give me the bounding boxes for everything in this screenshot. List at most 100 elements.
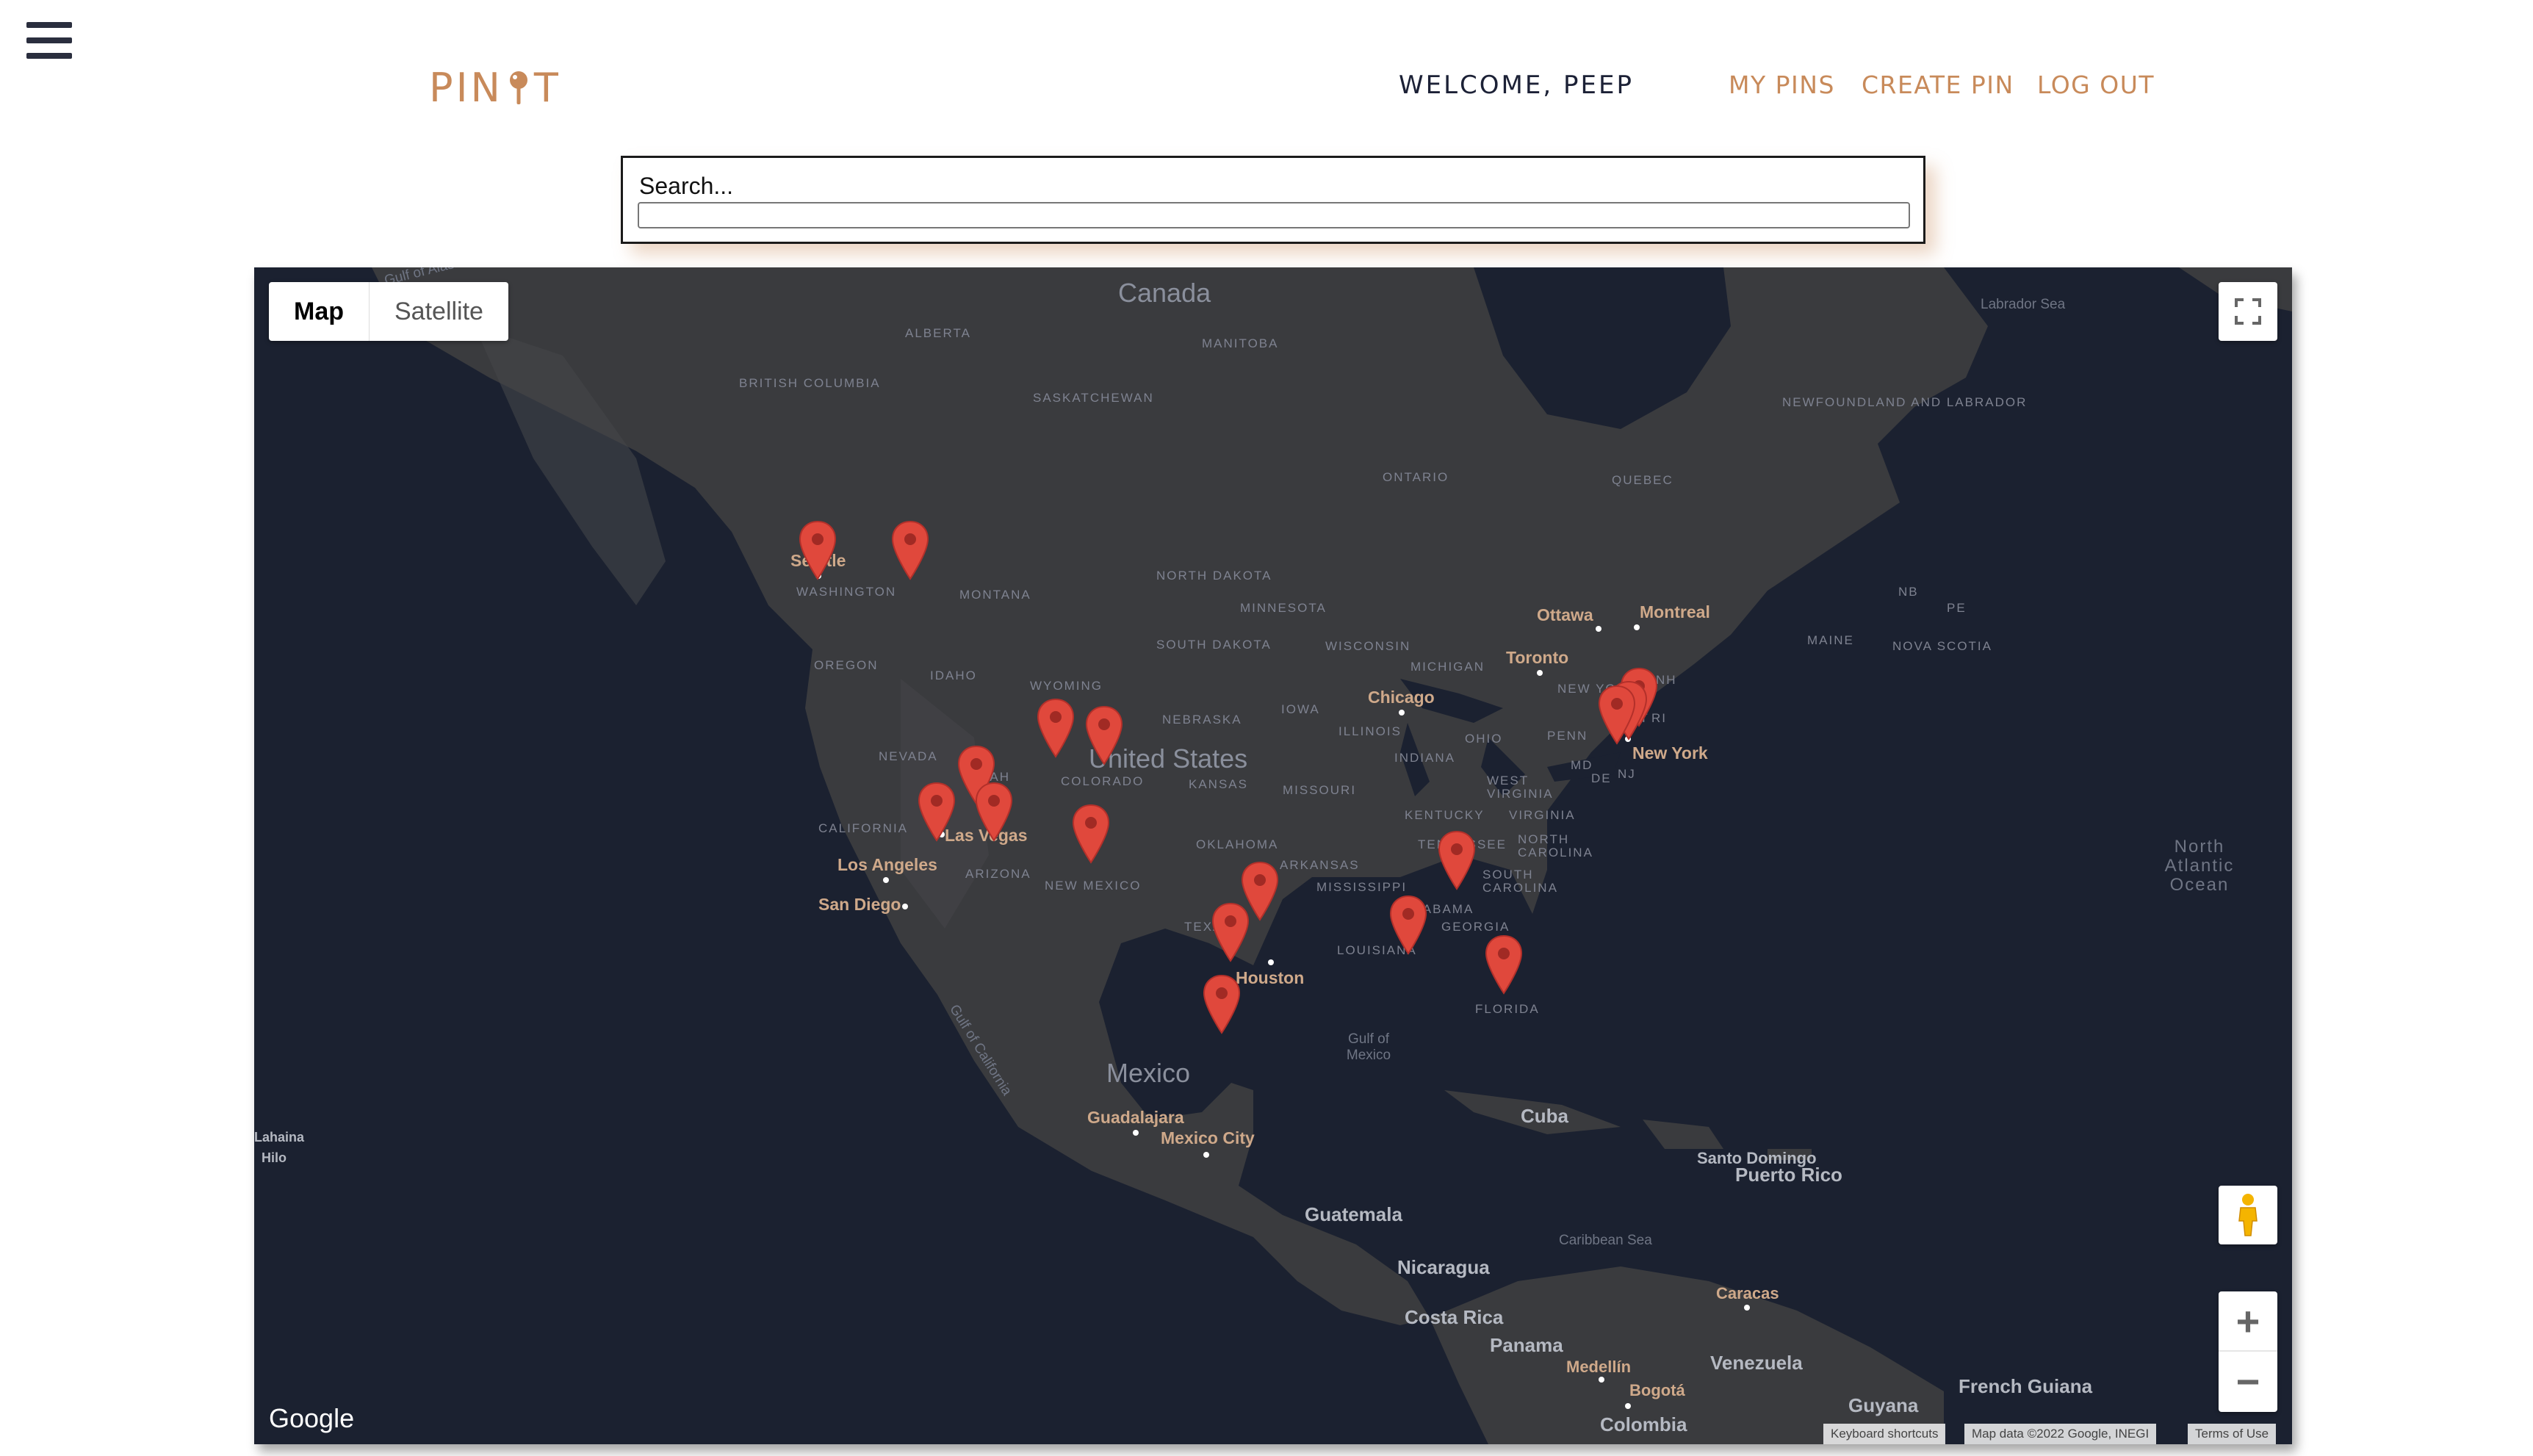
map-pin-marker[interactable] [890, 520, 930, 580]
map-type-satellite-button[interactable]: Satellite [369, 282, 508, 341]
label-city: Ottawa [1537, 605, 1593, 624]
map-pin-marker[interactable] [917, 782, 956, 842]
label-region: NEBRASKA [1162, 713, 1242, 727]
logo[interactable]: PIN T [429, 65, 561, 111]
label-region: ONTARIO [1383, 470, 1449, 484]
label-region: CALIFORNIA [818, 821, 909, 835]
label-country: French Guiana [1959, 1375, 2093, 1397]
label-region: WEST VIRGINIA [1487, 774, 1554, 801]
label-city: San Diego [818, 895, 901, 914]
search-input[interactable] [638, 202, 1910, 228]
label-region: IOWA [1281, 702, 1320, 716]
fullscreen-icon[interactable] [2219, 282, 2277, 341]
label-city: Guadalajara [1087, 1108, 1184, 1127]
label-region: PENN [1547, 729, 1588, 743]
label-region: WISCONSIN [1325, 639, 1411, 653]
label-region: IDAHO [930, 668, 977, 682]
nav-log-out[interactable]: LOG OUT [2037, 71, 2155, 99]
map-data-attribution: Map data ©2022 Google, INEGI [1964, 1424, 2157, 1444]
label-region: MAINE [1807, 633, 1854, 647]
map-pin-marker[interactable] [1388, 895, 1428, 955]
label-city: New York [1632, 743, 1708, 763]
label-region: NB [1898, 585, 1919, 599]
zoom-out-button[interactable]: − [2219, 1352, 2277, 1411]
map-pin-marker[interactable] [1211, 902, 1250, 962]
logo-pin-icon [509, 71, 527, 104]
label-country: Costa Rica [1405, 1306, 1504, 1328]
label-region: OKLAHOMA [1196, 837, 1279, 851]
search-label: Search... [639, 173, 734, 199]
keyboard-shortcuts-link[interactable]: Keyboard shortcuts [1823, 1424, 1946, 1444]
logo-text-right: T [533, 65, 561, 111]
map-pin-marker[interactable] [1084, 705, 1124, 765]
map-pin-marker[interactable] [974, 782, 1014, 842]
city-dot [1399, 710, 1405, 716]
map-pin-marker[interactable] [1597, 685, 1637, 745]
map-pin-marker[interactable] [1071, 804, 1111, 864]
city-dot [1133, 1130, 1139, 1136]
terms-of-use-link[interactable]: Terms of Use [2188, 1424, 2277, 1444]
label-region: WYOMING [1030, 679, 1103, 693]
label-country: Panama [1490, 1334, 1563, 1356]
label-city: Los Angeles [837, 855, 937, 874]
label-region: MICHIGAN [1410, 660, 1485, 674]
label-city: Houston [1236, 968, 1305, 987]
label-region: NORTH CAROLINA [1518, 832, 1593, 859]
nav-my-pins[interactable]: MY PINS [1729, 71, 1835, 99]
nav-create-pin[interactable]: CREATE PIN [1862, 71, 2014, 99]
label-region: ARKANSAS [1280, 858, 1360, 872]
label-region: BRITISH COLUMBIA [739, 376, 881, 390]
label-water: Gulf of Mexico [1346, 1031, 1391, 1063]
map-basemap [254, 267, 2292, 1444]
map[interactable]: Canada United States Mexico Cuba Guatema… [254, 267, 2292, 1444]
label-region: MISSISSIPPI [1316, 880, 1408, 894]
map-pin-marker[interactable] [798, 520, 837, 580]
label-country: Colombia [1600, 1413, 1687, 1435]
label-region: ALBERTA [905, 326, 971, 340]
label-country: Mexico [1106, 1058, 1191, 1088]
label-region: NJ [1618, 767, 1636, 781]
label-region: MANITOBA [1202, 336, 1279, 350]
zoom-in-button[interactable]: + [2219, 1292, 2277, 1352]
label-city: Toronto [1506, 648, 1569, 667]
map-pin-marker[interactable] [1036, 698, 1075, 758]
label-region: OREGON [814, 658, 879, 672]
zoom-control: + − [2219, 1291, 2277, 1412]
city-dot [1596, 626, 1601, 632]
hamburger-menu-icon[interactable] [26, 22, 72, 60]
label-region: NEVADA [879, 749, 938, 763]
label-city: Bogotá [1629, 1381, 1685, 1399]
label-country: Guyana [1848, 1394, 1919, 1416]
label-region: ILLINOIS [1338, 724, 1402, 738]
label-country: Venezuela [1710, 1352, 1803, 1374]
label-region: KANSAS [1189, 777, 1248, 791]
label-region: VIRGINIA [1509, 808, 1576, 822]
pegman-icon[interactable] [2219, 1186, 2277, 1244]
map-type-control: Map Satellite [269, 282, 508, 341]
city-dot [1744, 1305, 1750, 1311]
label-water: Labrador Sea [1981, 297, 2066, 312]
map-pin-marker[interactable] [1202, 974, 1242, 1034]
label-region: SOUTH DAKOTA [1156, 638, 1272, 652]
city-dot [1625, 1403, 1631, 1409]
label-city: Lahaina [254, 1130, 305, 1145]
label-city: Hilo [262, 1150, 287, 1165]
label-region: SOUTH CAROLINA [1482, 868, 1558, 895]
label-country: Canada [1118, 278, 1211, 308]
label-city: Caracas [1716, 1284, 1779, 1302]
city-dot [1599, 1377, 1604, 1383]
label-water: Caribbean Sea [1559, 1233, 1652, 1248]
label-country: Santo Domingo [1697, 1149, 1817, 1167]
label-region: KENTUCKY [1405, 808, 1485, 822]
label-region: ARIZONA [965, 867, 1031, 881]
map-pin-marker[interactable] [1484, 934, 1524, 995]
label-region: DE [1591, 771, 1612, 785]
label-region: OHIO [1465, 732, 1503, 746]
label-region: PE [1947, 601, 1967, 615]
map-pin-marker[interactable] [1437, 830, 1477, 890]
map-type-map-button[interactable]: Map [269, 282, 369, 341]
search-panel: Search... [621, 156, 1925, 244]
city-dot [883, 877, 889, 883]
label-region: COLORADO [1061, 774, 1145, 788]
label-city: Montreal [1640, 602, 1710, 621]
